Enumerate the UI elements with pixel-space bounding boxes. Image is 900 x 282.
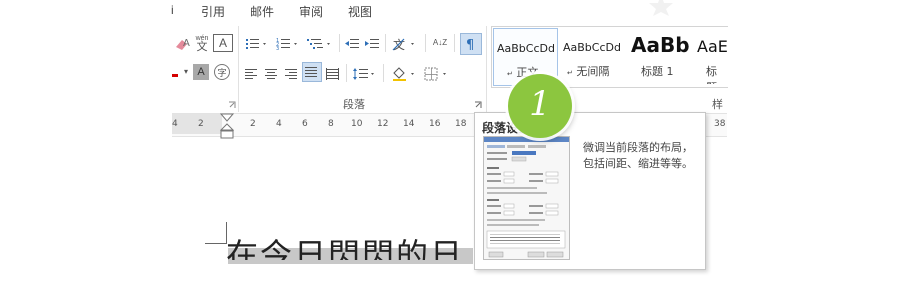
ruler-tick: 14 [403, 119, 415, 129]
align-left-icon [245, 69, 257, 79]
numbering-button[interactable]: 123 [275, 34, 303, 54]
style-preview: AaBbCcDd [563, 41, 621, 54]
bullet-list-icon [246, 39, 266, 49]
multilevel-list-button[interactable] [305, 34, 335, 54]
style-heading-1[interactable]: AaBb 标题 1 [630, 28, 690, 84]
eraser-icon: A [176, 38, 190, 50]
font-dialog-launcher-icon[interactable] [228, 101, 236, 109]
align-right-icon [285, 69, 297, 79]
shading-button[interactable] [390, 64, 420, 84]
ruler-tick: 16 [429, 119, 441, 129]
separator [425, 34, 426, 52]
document-text[interactable]: 在今日閃閃的日 [226, 230, 476, 260]
ruler-tick: 6 [302, 119, 308, 129]
sort-label: A↓Z [432, 38, 448, 47]
style-no-spacing[interactable]: AaBbCcDd ↵ 无间隔 [561, 28, 625, 84]
distributed-button[interactable] [324, 64, 342, 84]
sort-button[interactable]: A↓Z [430, 33, 450, 53]
ruler-tick: 4 [172, 119, 178, 129]
tab-mailings[interactable]: 邮件 [250, 3, 274, 20]
paragraph-group-label: 段落 [343, 99, 365, 111]
tab-references[interactable]: 引用 [201, 3, 225, 20]
line-spacing-icon [353, 68, 374, 80]
decrease-indent-icon [345, 39, 359, 48]
svg-text:¶: ¶ [466, 38, 474, 51]
align-center-button[interactable] [263, 64, 281, 84]
paint-bucket-icon [393, 67, 414, 81]
separator [454, 34, 455, 52]
decrease-indent-button[interactable] [343, 34, 361, 54]
font-color-swatch[interactable] [172, 65, 180, 77]
character-border-button[interactable]: A [213, 34, 233, 52]
style-preview: AaBbCcDd [497, 42, 555, 55]
pilcrow-icon: ¶ [466, 38, 474, 51]
style-preview: AaBb [631, 33, 690, 57]
ruler-tick: 8 [328, 119, 334, 129]
bullets-button[interactable] [244, 34, 272, 54]
watermark-star-icon [649, 0, 673, 16]
ruler-tick: 10 [351, 119, 363, 129]
separator [385, 34, 386, 52]
step-annotation-badge: 1 [508, 74, 572, 138]
paragraph-settings-tooltip: 段落设置 微调当前段落的布局，包括间距、缩进等等。 [474, 112, 706, 270]
separator [346, 64, 347, 82]
clear-formatting-button[interactable]: A [172, 34, 192, 54]
font-color-dropdown-icon[interactable]: ▾ [184, 67, 188, 76]
character-shading-button[interactable]: A [193, 64, 209, 80]
step-number: 1 [529, 84, 551, 124]
line-spacing-button[interactable] [351, 64, 379, 84]
ruler-tick: 18 [455, 119, 467, 129]
separator [383, 64, 384, 82]
tab-partial[interactable]: i [171, 3, 174, 17]
style-title[interactable]: AaE 标题 [696, 28, 727, 84]
increase-indent-icon [365, 39, 379, 48]
align-center-icon [265, 69, 277, 79]
phonetic-guide-char: 文 [196, 41, 208, 53]
paragraph-dialog-launcher-icon[interactable] [474, 101, 482, 109]
asian-layout-icon: 文 [392, 37, 414, 51]
multilevel-list-icon [307, 39, 330, 49]
styles-group-label: 样 [712, 99, 723, 111]
style-name: 标题 [706, 65, 717, 84]
show-formatting-marks-button[interactable]: ¶ [460, 33, 482, 55]
tooltip-description: 微调当前段落的布局，包括间距、缩进等等。 [583, 142, 693, 170]
ruler-tick: 2 [250, 119, 256, 129]
ruler-tick: 38 [714, 119, 726, 129]
ruler-margin-area [172, 114, 222, 134]
borders-icon [424, 67, 446, 81]
group-separator [238, 26, 239, 112]
align-left-button[interactable] [243, 64, 261, 84]
svg-text:A: A [183, 38, 190, 49]
justify-button[interactable] [302, 62, 322, 82]
distributed-icon [326, 68, 339, 80]
ruler-tick: 4 [276, 119, 282, 129]
tab-view[interactable]: 视图 [348, 3, 372, 20]
paragraph-dialog-thumbnail-icon [484, 137, 569, 258]
svg-text:3: 3 [276, 46, 279, 51]
page-corner-mark [205, 243, 227, 244]
dialog-preview-thumbnail [483, 136, 570, 260]
tab-review[interactable]: 审阅 [299, 3, 323, 20]
ruler-tick: 2 [198, 119, 204, 129]
increase-indent-button[interactable] [363, 34, 381, 54]
asian-layout-button[interactable]: 文 [391, 34, 421, 54]
justify-icon [305, 67, 317, 77]
borders-button[interactable] [423, 64, 453, 84]
enclosed-characters-button[interactable]: 字 [214, 64, 230, 80]
numbered-list-icon: 123 [276, 38, 297, 51]
indent-marker-icon[interactable] [220, 113, 234, 139]
group-separator [486, 26, 487, 112]
style-name: 标题 1 [641, 65, 674, 78]
ruler-tick: 12 [377, 119, 389, 129]
phonetic-guide-button[interactable]: wén 文 [192, 33, 212, 53]
style-name: ↵ 无间隔 [567, 65, 610, 78]
separator [339, 34, 340, 52]
style-preview: AaE [697, 37, 727, 56]
align-right-button[interactable] [283, 64, 301, 84]
